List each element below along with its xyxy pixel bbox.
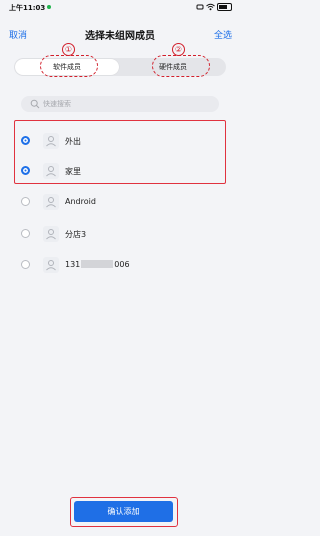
member-name-prefix: 131 [65,260,81,269]
radio-checked[interactable] [21,136,30,145]
search-bar[interactable] [21,96,219,112]
avatar [43,257,59,273]
user-icon [46,197,56,208]
status-time: 上午11:03 [9,3,52,13]
user-icon [46,136,56,147]
avatar [43,194,59,210]
page-title: 选择未组网成员 [85,31,155,42]
battery-icon [217,3,232,11]
user-icon [46,166,56,177]
user-icon [46,260,56,271]
nav-bar: 取消 选择未组网成员 全选 [0,26,240,42]
annotation-ellipse-2 [152,55,210,77]
member-name: 分店3 [65,230,87,239]
avatar [43,226,59,242]
redacted-block [81,260,114,268]
annotation-ellipse-1 [40,55,98,77]
member-name-suffix: 006 [114,260,130,269]
system-icons [196,3,232,11]
member-row[interactable]: Android [15,191,227,213]
status-bar: 上午11:03 [0,0,240,16]
alarm-icon [196,4,204,10]
avatar [43,133,59,149]
confirm-add-button[interactable]: 确认添加 [74,501,173,522]
radio-unchecked[interactable] [21,260,30,269]
member-row[interactable]: 分店3 [15,223,227,245]
confirm-highlight-box: 确认添加 [70,497,178,527]
member-row[interactable]: 131 006 [15,254,227,276]
radio-checked[interactable] [21,166,30,175]
avatar [43,163,59,179]
radio-unchecked[interactable] [21,197,30,206]
member-row[interactable]: 家里 [15,160,227,182]
member-name: 外出 [65,137,81,146]
user-icon [46,229,56,240]
radio-unchecked[interactable] [21,229,30,238]
status-dot-icon [47,5,52,9]
member-name: Android [65,197,96,206]
member-row[interactable]: 外出 [15,130,227,152]
bottom-bar: 确认添加 [0,490,240,536]
search-input[interactable] [43,98,213,110]
wifi-icon [206,3,215,11]
search-icon [30,99,40,109]
member-name: 131 006 [65,260,130,269]
select-all-button[interactable]: 全选 [214,28,232,41]
member-name: 家里 [65,167,81,176]
